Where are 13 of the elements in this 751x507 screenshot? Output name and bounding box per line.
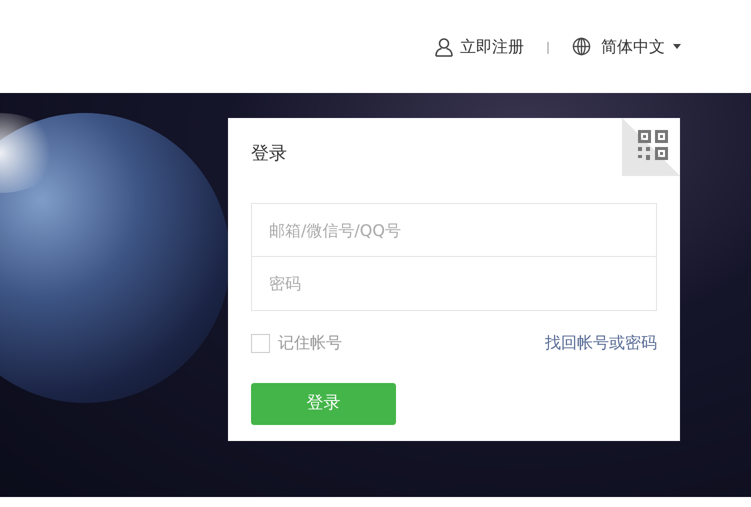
qr-code-icon[interactable] bbox=[638, 130, 668, 160]
register-link[interactable]: 立即注册 bbox=[460, 34, 524, 58]
forgot-password-link[interactable]: 找回帐号或密码 bbox=[545, 331, 657, 355]
language-dropdown[interactable]: 简体中文 bbox=[601, 34, 681, 58]
user-icon bbox=[434, 36, 454, 56]
remember-label: 记住帐号 bbox=[278, 332, 342, 354]
input-field[interactable]: 密码 bbox=[251, 257, 657, 311]
remember-checkbox[interactable] bbox=[251, 334, 270, 352]
input-field[interactable]: 邮箱/微信号/QQ号 bbox=[251, 203, 657, 257]
globe-icon bbox=[572, 37, 591, 56]
caret-icon bbox=[673, 44, 681, 49]
login-title: 登录 bbox=[251, 142, 288, 166]
separator: | bbox=[546, 38, 550, 56]
